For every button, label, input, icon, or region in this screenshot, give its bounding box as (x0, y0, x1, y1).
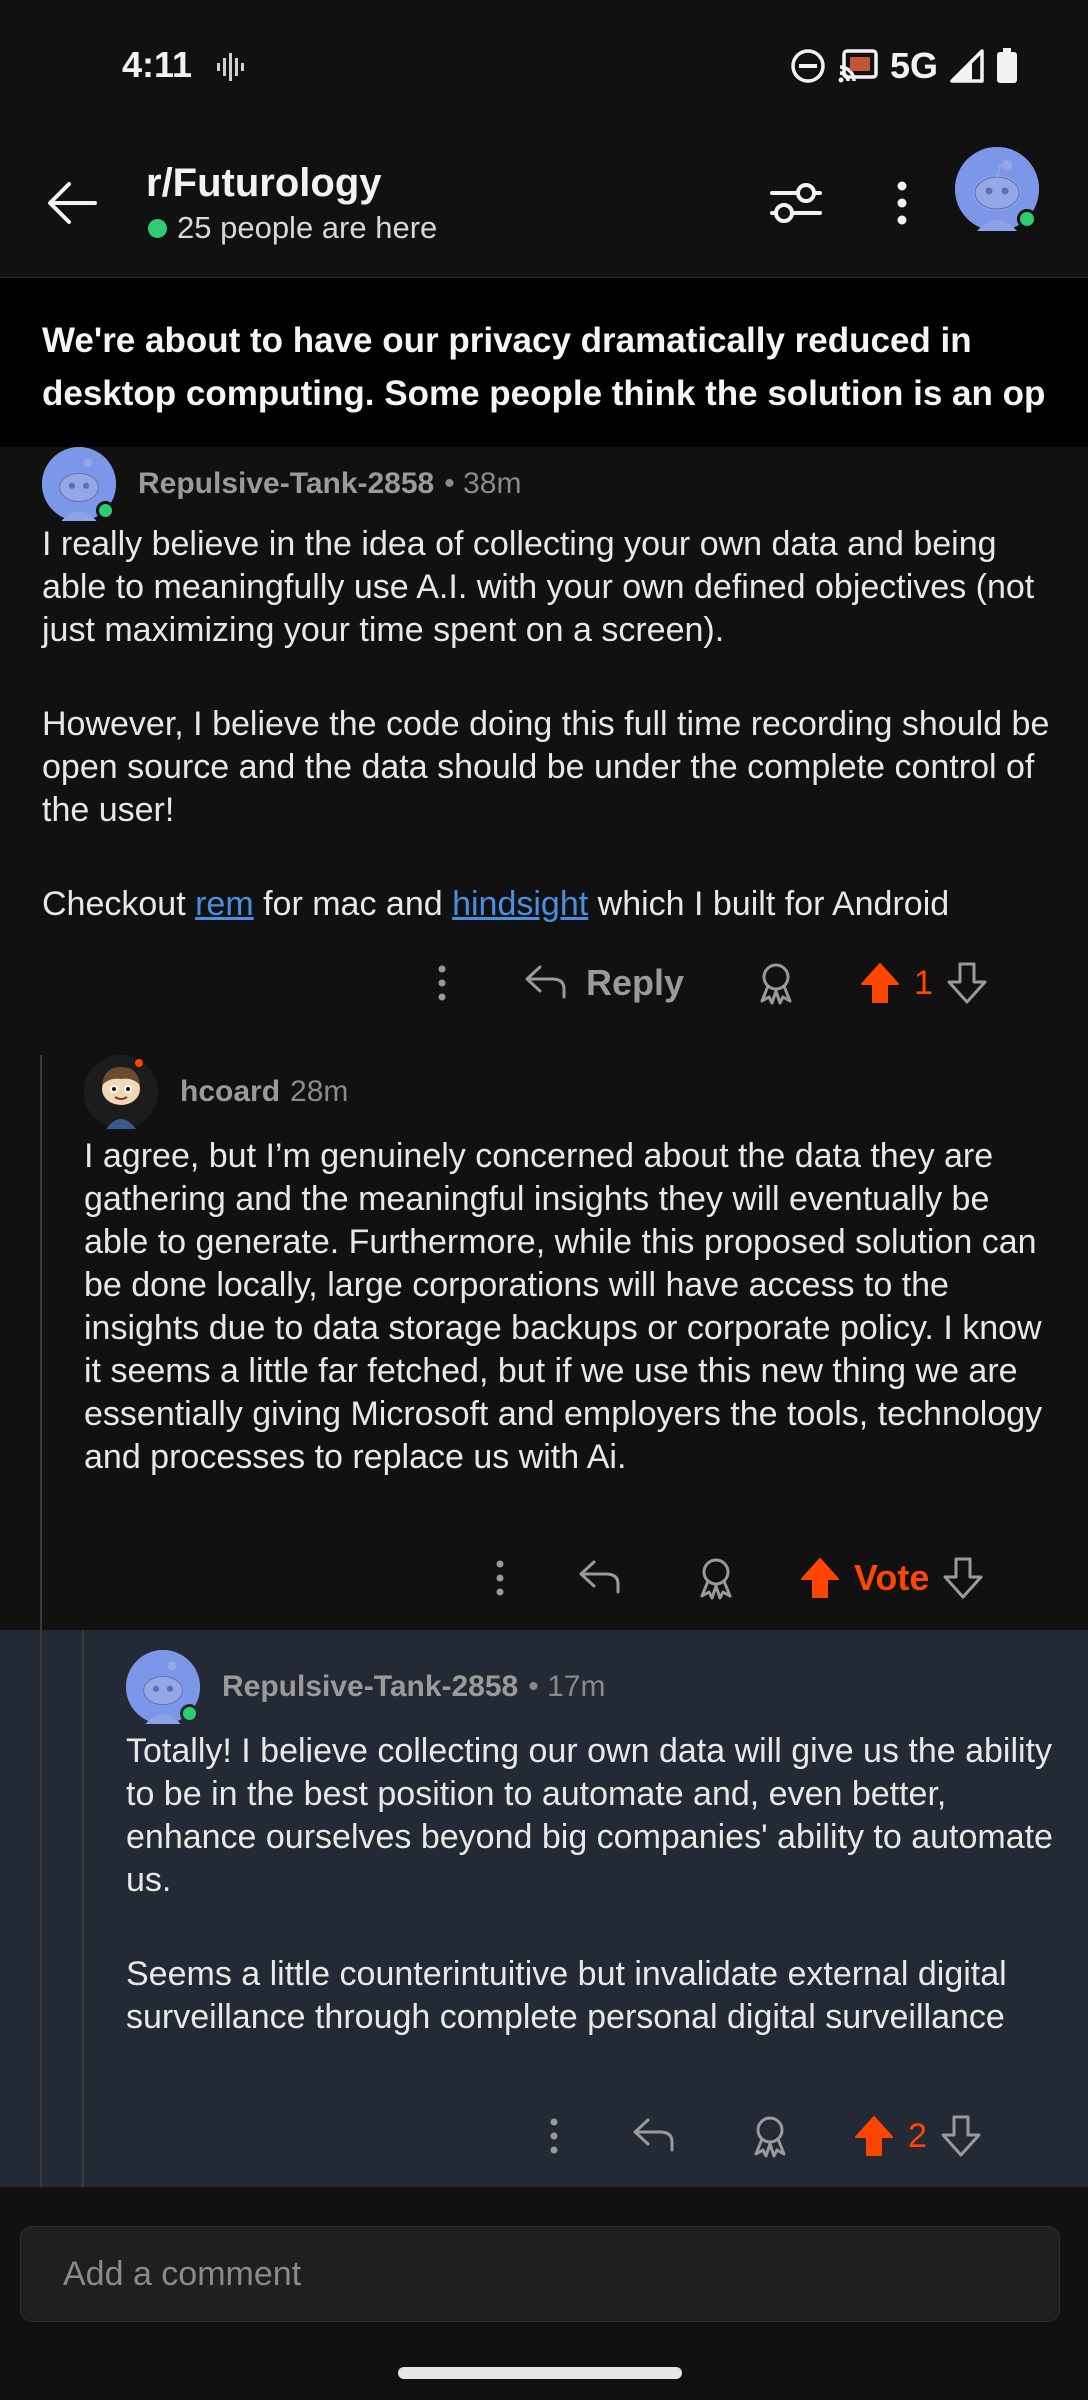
status-bar: 4:11 5G (0, 0, 1088, 135)
upvote-arrow-icon (855, 2116, 893, 2156)
sort-filter-button[interactable] (764, 171, 828, 235)
avatar[interactable] (126, 1650, 200, 1724)
comment-author[interactable]: Repulsive-Tank-2858 (138, 467, 434, 501)
reply-button[interactable] (578, 1543, 620, 1613)
thread-line-depth-2 (82, 1630, 84, 2187)
downvote-button[interactable] (947, 948, 987, 1018)
downvote-button[interactable] (941, 2101, 981, 2171)
reply-arrow-icon (633, 2118, 674, 2152)
comment-author[interactable]: hcoard (180, 1075, 280, 1109)
rem-link[interactable]: rem (195, 885, 254, 923)
post-title-banner[interactable]: We're about to have our privacy dramatic… (0, 278, 1088, 447)
more-vertical-icon (496, 1560, 504, 1596)
comment-paragraph: I really believe in the idea of collecti… (42, 525, 1035, 649)
comment-paragraph-links: Checkout rem for mac and hindsight which… (42, 883, 1062, 926)
comment-paragraph: Seems a little counterintuitive but inva… (126, 1955, 1007, 2036)
signal-icon (950, 49, 984, 83)
reply-arrow-icon (525, 965, 566, 999)
more-vertical-icon (550, 2118, 558, 2154)
comment-timestamp: • 17m (528, 1670, 606, 1703)
add-comment-input[interactable]: Add a comment (20, 2226, 1060, 2322)
award-icon (754, 2116, 786, 2158)
award-button[interactable] (694, 1543, 738, 1613)
reply-arrow-icon (579, 1560, 620, 1594)
downvote-arrow-icon (941, 2115, 981, 2157)
downvote-button[interactable] (943, 1543, 983, 1613)
vote-count: 1 (914, 963, 933, 1002)
comment-paragraph: Totally! I believe collecting our own da… (126, 1732, 1053, 1899)
award-button[interactable] (754, 948, 798, 1018)
battery-icon (997, 48, 1017, 83)
bottom-bar: Add a comment (0, 2190, 1088, 2400)
comment-header: Repulsive-Tank-2858 • 17m (126, 1650, 605, 1724)
upvote-button[interactable]: 1 (860, 948, 947, 1018)
presence-indicator: 25 people are here (148, 210, 437, 246)
more-vertical-icon (438, 965, 446, 1001)
comment-timestamp: • 38m (444, 467, 522, 500)
checkout-suffix: which I built for Android (588, 885, 950, 923)
hindsight-link[interactable]: hindsight (452, 885, 588, 923)
comment-actions: Reply 1 (420, 948, 987, 1018)
more-options-button[interactable] (872, 171, 932, 235)
status-time: 4:11 (122, 44, 193, 85)
comment-timestamp: 28m (290, 1075, 349, 1108)
comment-header: Repulsive-Tank-2858 • 38m (42, 447, 521, 521)
vote-count: 2 (908, 2116, 927, 2155)
comment-paragraph: However, I believe the code doing this f… (42, 705, 1050, 829)
award-icon (760, 963, 792, 1005)
comment-more-button[interactable] (532, 2101, 576, 2171)
back-button[interactable] (40, 171, 104, 235)
downvote-arrow-icon (943, 1557, 983, 1599)
upvote-arrow-icon (801, 1558, 839, 1598)
comment-more-button[interactable] (420, 948, 464, 1018)
reply-button[interactable]: Reply (524, 948, 684, 1018)
comment-body: I really believe in the idea of collecti… (42, 523, 1062, 926)
upvote-button[interactable]: 2 (854, 2101, 941, 2171)
post-title-line-2: desktop computing. Some people think the… (42, 374, 1046, 413)
comment-actions: 2 (532, 2101, 981, 2171)
online-dot (148, 218, 167, 238)
subreddit-name[interactable]: r/Futurology (146, 161, 382, 206)
back-arrow-icon (48, 182, 97, 224)
online-status-dot (1017, 209, 1037, 229)
reply-label: Reply (586, 962, 685, 1003)
reply-button[interactable] (632, 2101, 674, 2171)
avatar[interactable] (84, 1055, 158, 1129)
more-vertical-icon (897, 181, 907, 225)
award-icon (700, 1558, 732, 1600)
upvote-button[interactable]: Vote (800, 1543, 943, 1613)
comment-actions: Vote (478, 1543, 983, 1613)
presence-text: 25 people are here (177, 210, 438, 245)
checkout-prefix: Checkout (42, 885, 196, 923)
comment-paragraph: I agree, but I’m genuinely concerned abo… (84, 1137, 1043, 1476)
checkout-middle: for mac and (253, 885, 453, 923)
avatar[interactable] (42, 447, 116, 521)
voice-wave-icon (217, 53, 244, 81)
comment-header: hcoard 28m (84, 1055, 348, 1129)
award-button[interactable] (748, 2101, 792, 2171)
comment-more-button[interactable] (478, 1543, 522, 1613)
online-status-dot (96, 501, 115, 520)
comment-body: Totally! I believe collecting our own da… (126, 1730, 1056, 2039)
custom-avatar-icon (84, 1055, 158, 1129)
home-indicator[interactable] (398, 2367, 682, 2379)
top-app-bar: r/Futurology 25 people are here (0, 135, 1088, 278)
network-type: 5G (889, 45, 938, 86)
cast-icon (838, 49, 878, 83)
thread-line-depth-1 (40, 1055, 42, 2187)
user-avatar[interactable] (955, 147, 1039, 231)
comment-author[interactable]: Repulsive-Tank-2858 (222, 1670, 518, 1704)
vote-label: Vote (854, 1557, 930, 1598)
online-status-dot (180, 1704, 199, 1723)
downvote-arrow-icon (947, 962, 987, 1004)
post-title: We're about to have our privacy dramatic… (42, 314, 1046, 420)
upvote-arrow-icon (861, 963, 900, 1003)
post-title-line-1: We're about to have our privacy dramatic… (42, 321, 972, 360)
comment-body: I agree, but I’m genuinely concerned abo… (84, 1135, 1044, 1479)
filter-icon (770, 183, 822, 223)
do-not-disturb-icon (791, 49, 825, 83)
